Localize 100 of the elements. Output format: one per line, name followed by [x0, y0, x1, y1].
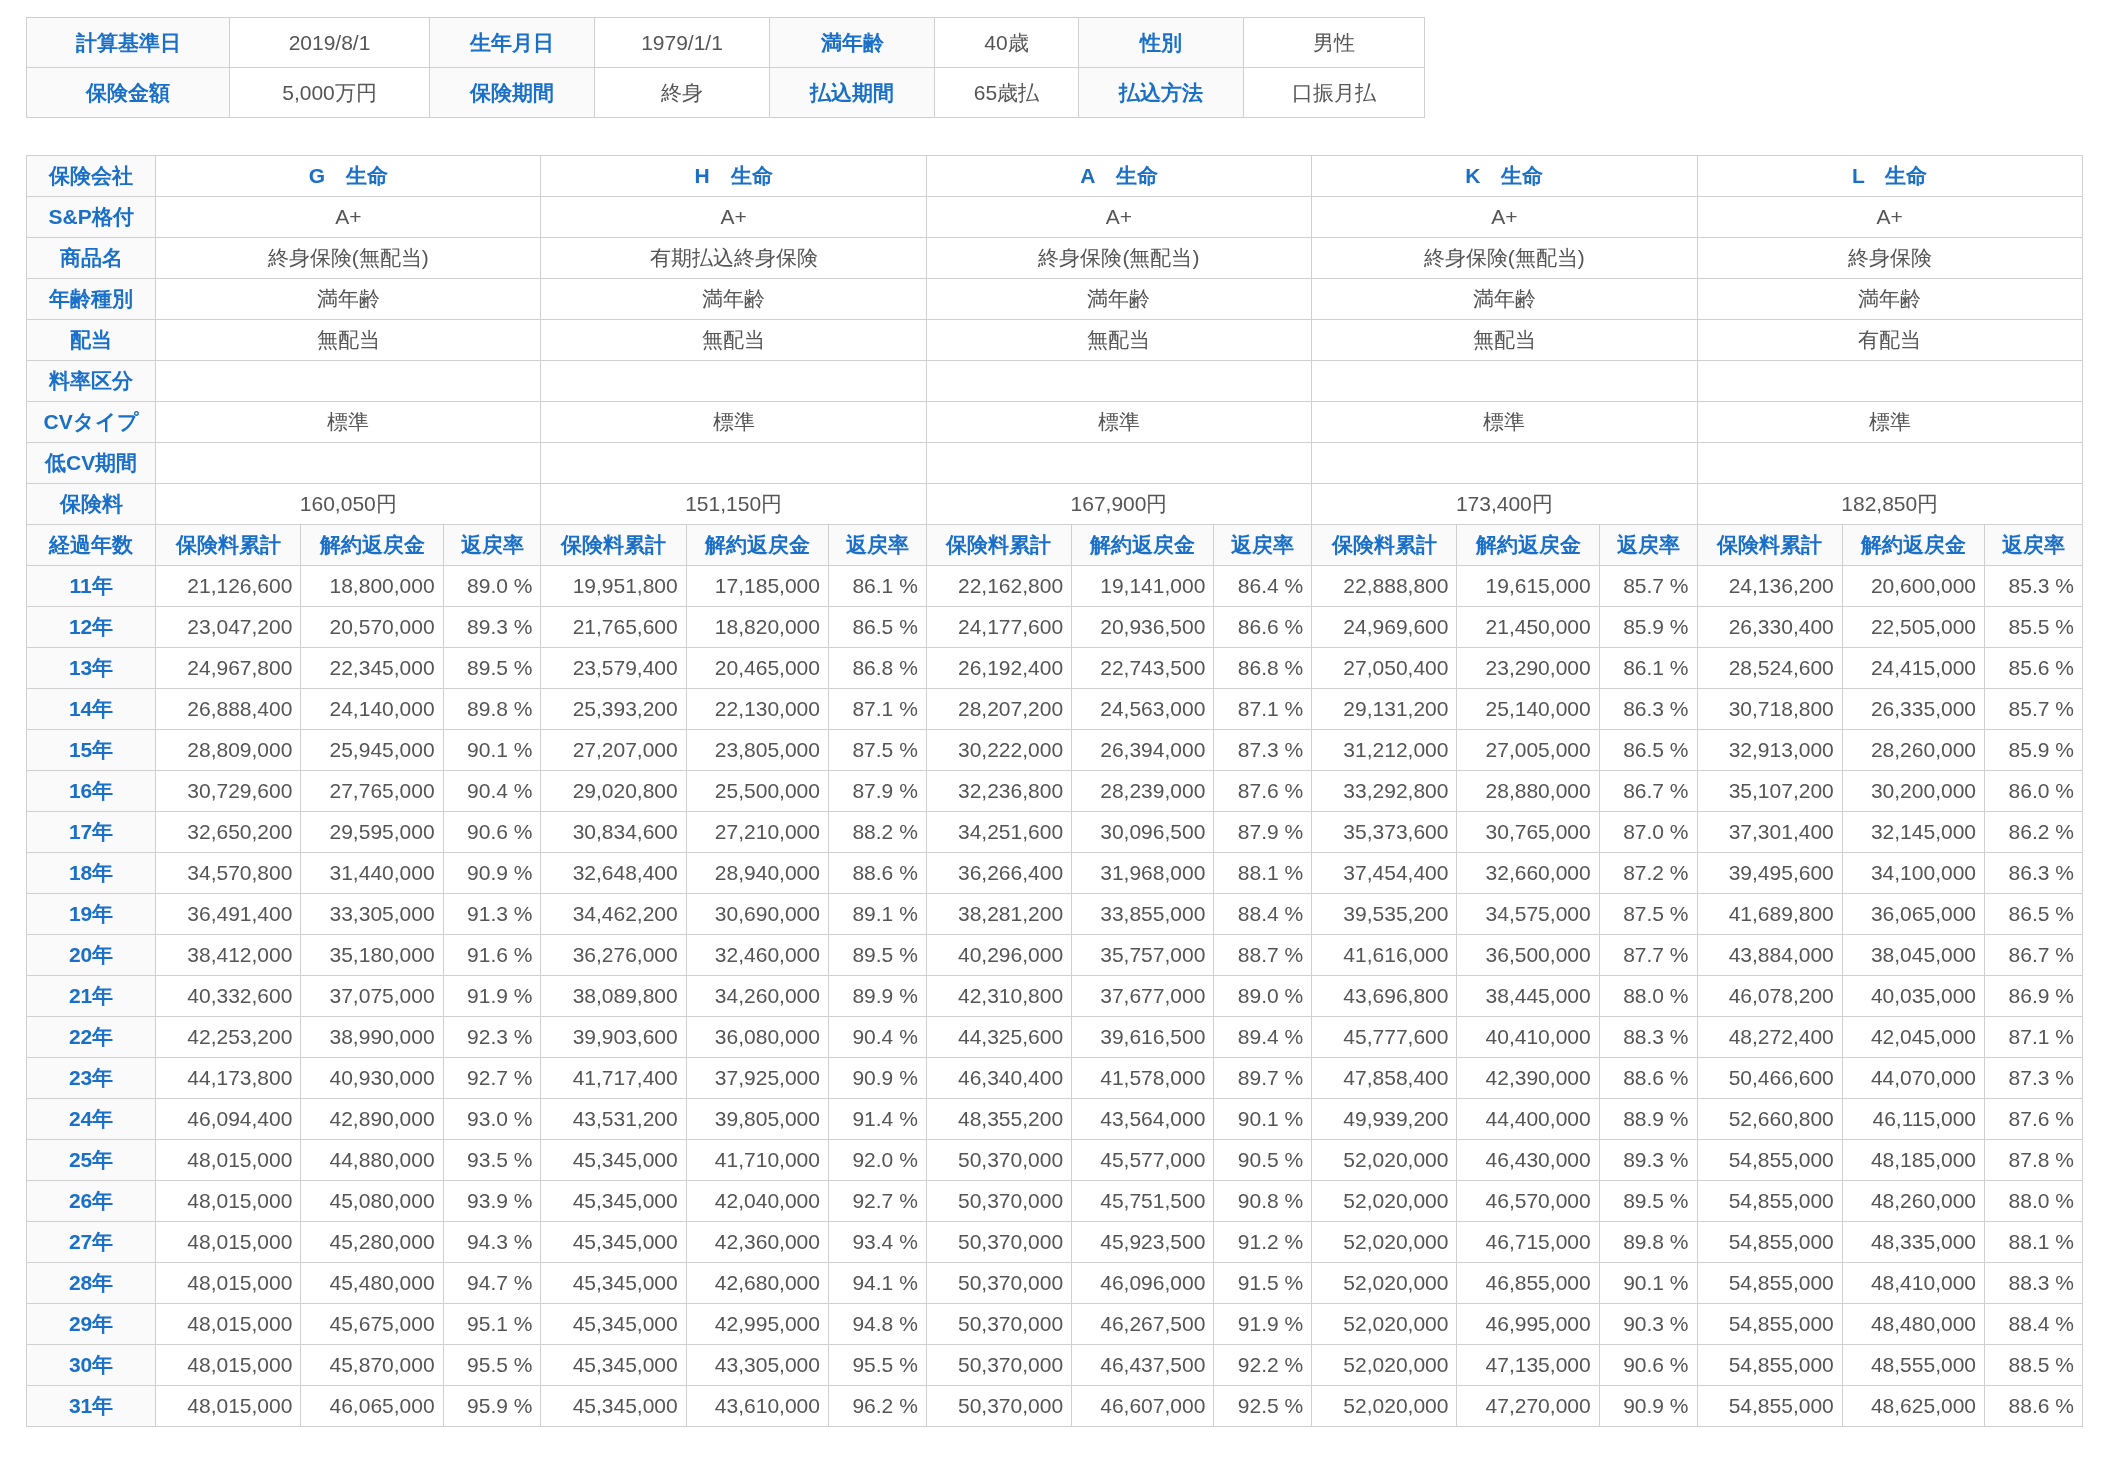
- table-cell: 87.5 %: [828, 729, 927, 771]
- table-cell: 28,809,000: [155, 729, 301, 771]
- table-cell: 40,296,000: [926, 934, 1072, 976]
- table-cell: 54,855,000: [1697, 1139, 1843, 1181]
- column-header: 返戻率: [1599, 524, 1697, 566]
- table-cell: 41,578,000: [1071, 1057, 1214, 1099]
- table-cell: 満年齢: [155, 278, 541, 320]
- table-cell: 28,207,200: [926, 688, 1072, 730]
- row-header: 22年: [26, 1016, 156, 1058]
- column-header: 返戻率: [1984, 524, 2083, 566]
- table-cell: 167,900円: [926, 483, 1312, 525]
- table-cell: 45,280,000: [300, 1221, 444, 1263]
- table-cell: 36,276,000: [540, 934, 687, 976]
- table-cell: 45,345,000: [540, 1262, 687, 1304]
- table-cell: 無配当: [926, 319, 1312, 361]
- table-cell: 88.4 %: [1213, 893, 1312, 935]
- table-cell: 23,290,000: [1456, 647, 1600, 689]
- table-cell: 86.3 %: [1599, 688, 1697, 730]
- field-label: 払込方法: [1078, 67, 1244, 118]
- table-cell: 86.4 %: [1213, 565, 1312, 607]
- column-header: 解約返戻金: [1456, 524, 1600, 566]
- row-header: 配当: [26, 319, 156, 361]
- table-cell: 46,715,000: [1456, 1221, 1600, 1263]
- table-cell: 28,260,000: [1842, 729, 1985, 771]
- table-cell: 46,995,000: [1456, 1303, 1600, 1345]
- table-cell: 48,260,000: [1842, 1180, 1985, 1222]
- row-header: 23年: [26, 1057, 156, 1099]
- table-cell: 50,466,600: [1697, 1057, 1843, 1099]
- table-cell: 95.5 %: [828, 1344, 927, 1386]
- table-cell: 50,370,000: [926, 1344, 1072, 1386]
- table-cell: 37,454,400: [1311, 852, 1457, 894]
- table-cell: 45,345,000: [540, 1139, 687, 1181]
- row-header: 低CV期間: [26, 442, 156, 484]
- table-cell: 88.6 %: [1599, 1057, 1697, 1099]
- table-cell: 89.5 %: [828, 934, 927, 976]
- table-cell: 50,370,000: [926, 1303, 1072, 1345]
- table-cell: 30,834,600: [540, 811, 687, 853]
- table-cell: 91.5 %: [1213, 1262, 1312, 1304]
- table-cell: 48,015,000: [155, 1303, 301, 1345]
- table-cell: 25,945,000: [300, 729, 444, 771]
- table-cell: 46,267,500: [1071, 1303, 1214, 1345]
- table-cell: 41,689,800: [1697, 893, 1843, 935]
- table-cell: 21,765,600: [540, 606, 687, 648]
- table-cell: 38,445,000: [1456, 975, 1600, 1017]
- table-cell: 38,412,000: [155, 934, 301, 976]
- table-cell: 45,480,000: [300, 1262, 444, 1304]
- table-cell: 44,173,800: [155, 1057, 301, 1099]
- table-cell: 30,729,600: [155, 770, 301, 812]
- row-header: 保険料: [26, 483, 156, 525]
- table-cell: A+: [155, 196, 541, 238]
- table-cell: 87.5 %: [1599, 893, 1697, 935]
- table-cell: 90.9 %: [443, 852, 541, 894]
- table-cell: 46,065,000: [300, 1385, 444, 1427]
- table-cell: 35,757,000: [1071, 934, 1214, 976]
- table-cell: 40,930,000: [300, 1057, 444, 1099]
- column-header: 保険料累計: [1697, 524, 1843, 566]
- table-cell: 151,150円: [540, 483, 927, 525]
- table-cell: 37,301,400: [1697, 811, 1843, 853]
- table-cell: 88.6 %: [828, 852, 927, 894]
- table-cell: 45,345,000: [540, 1385, 687, 1427]
- table-cell: 32,236,800: [926, 770, 1072, 812]
- row-header: 16年: [26, 770, 156, 812]
- table-cell: 24,967,800: [155, 647, 301, 689]
- table-cell: 42,680,000: [686, 1262, 829, 1304]
- table-cell: 49,939,200: [1311, 1098, 1457, 1140]
- table-cell: 23,047,200: [155, 606, 301, 648]
- table-cell: 86.9 %: [1984, 975, 2083, 1017]
- table-cell: 標準: [926, 401, 1312, 443]
- table-cell: 93.5 %: [443, 1139, 541, 1181]
- row-header: 26年: [26, 1180, 156, 1222]
- table-cell: 30,690,000: [686, 893, 829, 935]
- table-cell: 88.0 %: [1599, 975, 1697, 1017]
- row-header: 30年: [26, 1344, 156, 1386]
- table-cell: 標準: [1697, 401, 2083, 443]
- table-cell: 92.2 %: [1213, 1344, 1312, 1386]
- table-cell: 86.1 %: [828, 565, 927, 607]
- table-cell: 86.7 %: [1984, 934, 2083, 976]
- row-header: 15年: [26, 729, 156, 771]
- table-cell: 87.2 %: [1599, 852, 1697, 894]
- table-cell: 87.3 %: [1984, 1057, 2083, 1099]
- table-cell: 32,650,200: [155, 811, 301, 853]
- table-cell: 41,710,000: [686, 1139, 829, 1181]
- field-value: 5,000万円: [229, 67, 430, 118]
- field-label: 保険期間: [429, 67, 595, 118]
- table-cell: A+: [1697, 196, 2083, 238]
- table-cell: 24,415,000: [1842, 647, 1985, 689]
- company-name: H 生命: [540, 155, 927, 197]
- table-cell: 46,094,400: [155, 1098, 301, 1140]
- table-cell: 28,524,600: [1697, 647, 1843, 689]
- table-cell: 46,437,500: [1071, 1344, 1214, 1386]
- table-cell: 30,200,000: [1842, 770, 1985, 812]
- table-cell: 34,462,200: [540, 893, 687, 935]
- table-cell: 45,345,000: [540, 1180, 687, 1222]
- table-cell: 90.4 %: [443, 770, 541, 812]
- table-cell: 45,675,000: [300, 1303, 444, 1345]
- table-cell: 85.9 %: [1599, 606, 1697, 648]
- table-cell: 90.5 %: [1213, 1139, 1312, 1181]
- table-cell: 86.1 %: [1599, 647, 1697, 689]
- table-cell: 47,858,400: [1311, 1057, 1457, 1099]
- table-cell: 21,126,600: [155, 565, 301, 607]
